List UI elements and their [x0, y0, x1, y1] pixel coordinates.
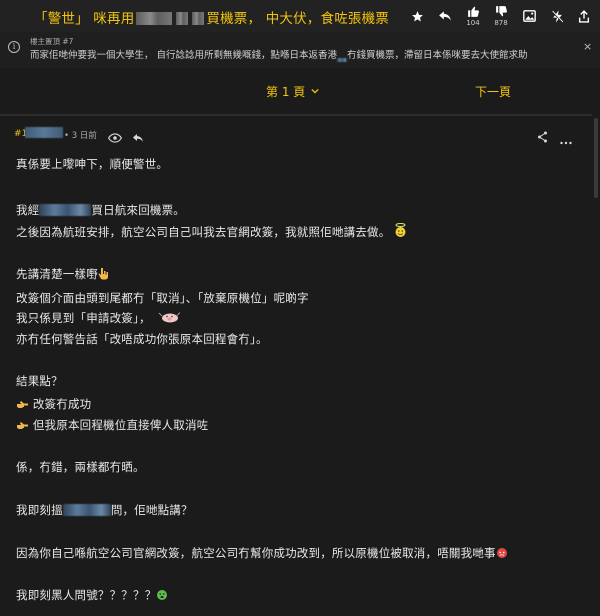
pinned-ref[interactable]: #7 [62, 37, 73, 46]
post-line: 亦冇任何警告話「改唔成功你張原本回程會冇」。 [16, 332, 268, 346]
post-line: 之後因為航班安排，航空公司自己叫我去官網改簽，我就照佢哋講去做。 [16, 223, 407, 241]
post-line-text: 問，佢哋點講？ [110, 503, 193, 517]
share-icon[interactable] [572, 0, 596, 32]
post-line-text: 先講清楚一樣嘢 [16, 267, 98, 281]
pinned-text-before: 而家佢哋仲要我一個大學生， 自行諗諗用所剩無幾嘅錢，點喺日本返香港 [30, 50, 338, 61]
post-line: 先講清楚一樣嘢 [16, 266, 109, 283]
post-line-text: 之後因為航班安排，航空公司自己叫我去官網改簽，我就照佢哋講去做。 [16, 225, 391, 239]
post-line: 改簽個介面由頭到尾都冇「取消」、「放棄原機位」呢啲字 [16, 291, 309, 305]
thread-title: 「警世」 咪再用 買機票， 中大伏，食咗張機票 [34, 7, 389, 27]
image-icon[interactable] [517, 0, 541, 32]
divider [0, 114, 592, 116]
angry-emoji-icon [496, 547, 508, 562]
post-line: 結果點？ [16, 374, 63, 388]
star-icon[interactable] [405, 0, 429, 32]
post-line-text: 我即刻黑人問號？？？？？ [16, 588, 157, 602]
post-line-text: 我經 [16, 203, 40, 217]
pinned-text-after: 冇錢買機票，滯留日本係咪要去大使館求助 [347, 50, 528, 61]
redacted-title-part [192, 12, 205, 25]
redacted-name [62, 504, 111, 516]
dislike-button[interactable]: 878 [489, 0, 513, 32]
like-button[interactable]: 104 [461, 0, 485, 32]
post-line: 但我原本回程機位直接俾人取消咗 [16, 417, 208, 434]
post-line: 因為你自己喺航空公司官網改簽，航空公司冇幫你成功改到，所以原機位被取消，唔關我哋… [16, 545, 508, 562]
pointing-right-hand-icon [16, 399, 29, 413]
lightning-icon[interactable] [545, 0, 569, 32]
thumbs-up-icon [467, 6, 479, 17]
post-line: 我只係見到「申請改簽」， [16, 310, 183, 327]
scrollbar-thumb[interactable] [594, 118, 598, 198]
more-icon[interactable] [560, 130, 572, 149]
post-line: 我即刻黑人問號？？？？？ [16, 587, 168, 604]
next-page-link[interactable]: 下一頁 [475, 83, 511, 100]
post-time: • 3 日前 [64, 131, 97, 141]
green-face-emoji-icon [156, 589, 168, 604]
pig-emoji-icon [155, 311, 183, 327]
current-page-label: 第 1 頁 [266, 85, 306, 99]
pointing-right-hand-icon [16, 420, 29, 434]
reply-icon[interactable] [132, 128, 144, 147]
reply-icon[interactable] [433, 0, 457, 32]
post-line: 我經 買日航來回機票。 [16, 202, 185, 218]
share-node-icon[interactable] [537, 128, 548, 147]
thumbs-down-icon [495, 6, 507, 17]
like-count: 104 [466, 19, 480, 27]
eye-icon[interactable] [107, 128, 123, 147]
redacted-title-part [136, 12, 173, 25]
post-line: 我即刻搵 問，佢哋點講？ [16, 502, 193, 518]
redacted-name [39, 204, 92, 216]
info-icon: i [8, 41, 20, 53]
post-line: 改簽冇成功 [16, 396, 91, 413]
redacted-title-part [176, 12, 189, 25]
thread-title-suffix: 買機票， 中大伏，食咗張機票 [206, 11, 389, 27]
dislike-count: 878 [494, 19, 508, 27]
page-select[interactable]: 第 1 頁 [266, 83, 319, 100]
post-line: 係，冇錯，兩樣都冇晒。 [16, 460, 145, 474]
post-line-text: 買日航來回機票。 [91, 203, 186, 217]
chevron-down-icon [311, 88, 319, 94]
post-line-text: 但我原本回程機位直接俾人取消咗 [32, 418, 209, 432]
post-line-text: 改簽冇成功 [32, 397, 92, 411]
post-line-text: 因為你自己喺航空公司官網改簽，航空公司冇幫你成功改到，所以原機位被取消，唔關我哋… [16, 546, 496, 560]
post-username[interactable] [25, 127, 63, 138]
pinned-meta: 樓主置頂 #7 [30, 36, 73, 47]
thread-title-prefix: 「警世」 咪再用 [34, 11, 135, 27]
halo-smile-emoji-icon [394, 223, 407, 241]
pinned-label: 樓主置頂 [30, 37, 60, 46]
pointing-down-hand-icon [98, 267, 109, 283]
post-line-text: 我即刻搵 [16, 503, 63, 517]
post-line-text: 我只係見到「申請改簽」， [16, 311, 151, 325]
redacted-name [337, 58, 348, 62]
close-icon[interactable]: × [583, 40, 592, 53]
post-line: 真係要上嚟呻下，順便警世。 [16, 157, 169, 171]
pinned-text: 而家佢哋仲要我一個大學生， 自行諗諗用所剩無幾嘅錢，點喺日本返香港 冇錢買機票，滯… [30, 47, 528, 62]
